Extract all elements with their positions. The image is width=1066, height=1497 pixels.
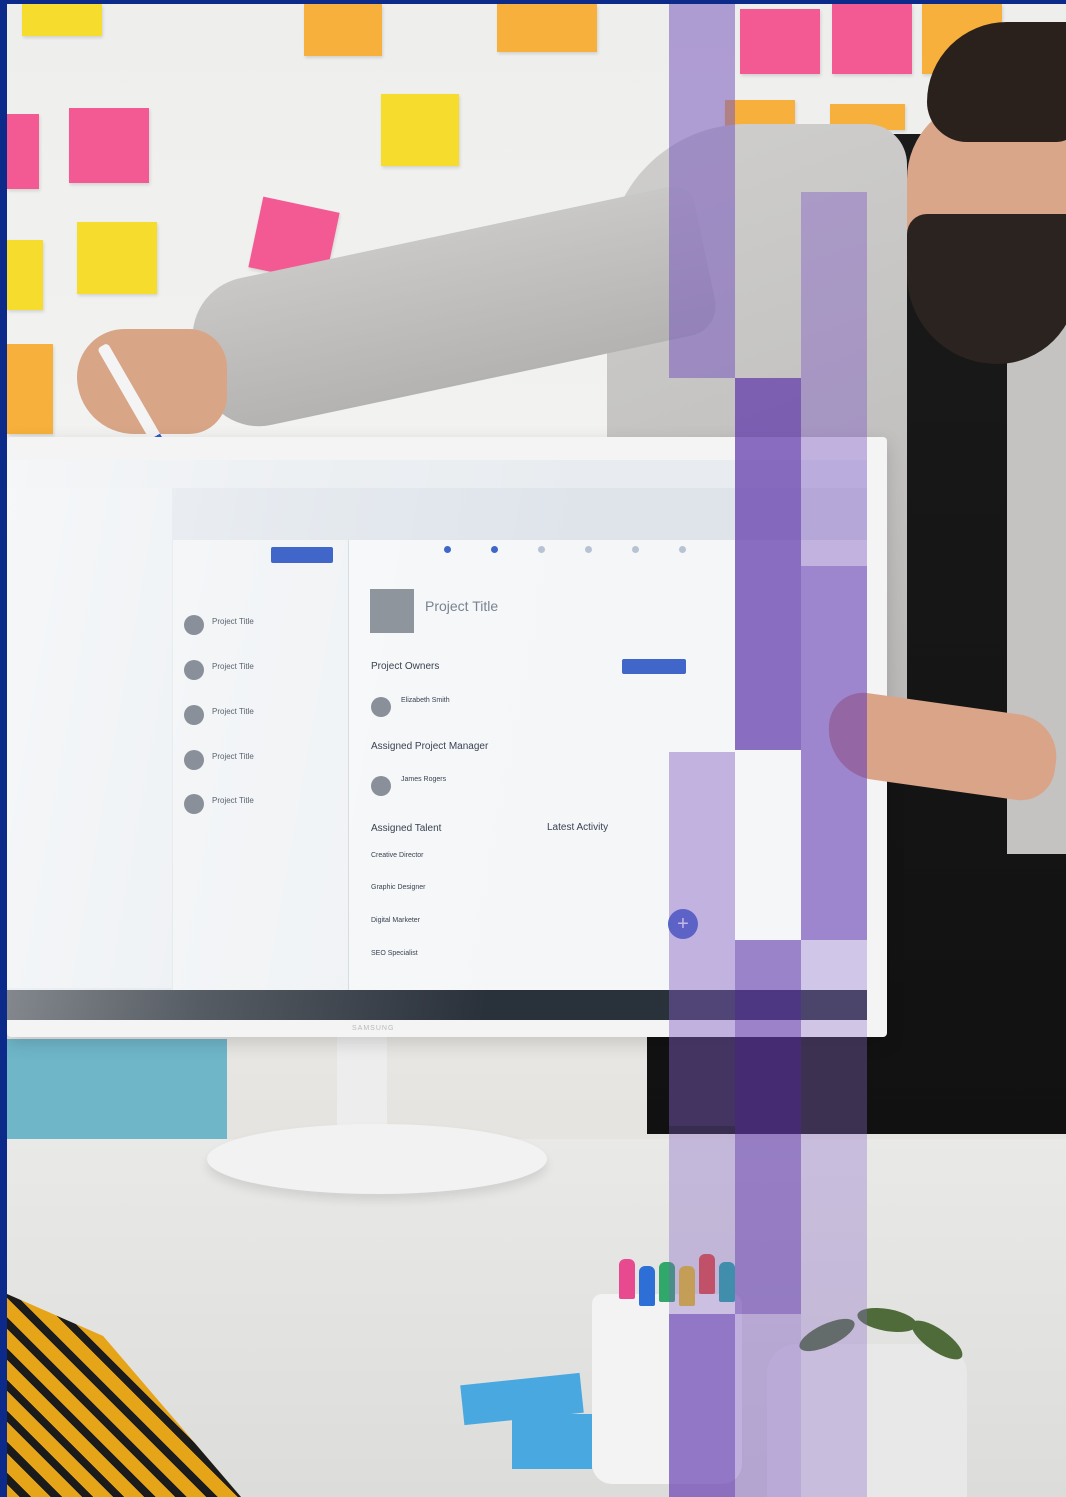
purple-overlay-bar xyxy=(669,4,735,378)
list-item[interactable]: Project Title xyxy=(182,611,342,641)
avatar xyxy=(184,615,204,635)
list-item[interactable]: Project Title xyxy=(182,701,342,731)
monitor-base xyxy=(207,1124,547,1194)
sticky-note xyxy=(832,4,912,74)
purple-overlay-bar xyxy=(801,940,867,1497)
sticky-note xyxy=(7,344,53,434)
purple-overlay-bar xyxy=(801,566,867,940)
talent-item: SEO Specialist xyxy=(371,950,418,957)
sticky-note xyxy=(77,222,157,294)
list-item-title: Project Title xyxy=(212,752,254,761)
purple-overlay-bar xyxy=(669,1314,735,1497)
project-title: Project Title xyxy=(425,598,499,614)
talent-item: Creative Director xyxy=(371,852,424,859)
talent-item: Graphic Designer xyxy=(371,884,426,891)
avatar xyxy=(184,660,204,680)
avatar xyxy=(184,750,204,770)
photo-scene: Project Title Project Title Project Titl… xyxy=(7,4,1066,1497)
pm-name: James Rogers xyxy=(401,776,447,783)
avatar xyxy=(371,697,391,717)
list-item[interactable]: Project Title xyxy=(182,746,342,776)
sticky-note xyxy=(497,4,597,52)
stepper-dot xyxy=(444,546,451,553)
talent-item: Digital Marketer xyxy=(371,917,421,924)
monitor-brand-logo: SAMSUNG xyxy=(352,1025,395,1032)
avatar xyxy=(184,794,204,814)
search-button[interactable] xyxy=(271,547,333,563)
list-item-title: Project Title xyxy=(212,796,254,805)
stepper-dot xyxy=(632,546,639,553)
stepper-dot xyxy=(491,546,498,553)
person-hand xyxy=(77,329,227,434)
list-item-title: Project Title xyxy=(212,662,254,671)
project-thumbnail xyxy=(370,589,414,633)
sticky-note xyxy=(22,4,102,36)
owner-name: Elizabeth Smith xyxy=(401,697,450,704)
stepper-dot xyxy=(679,546,686,553)
avatar xyxy=(184,705,204,725)
section-heading-owners: Project Owners xyxy=(371,661,440,672)
list-item[interactable]: Project Title xyxy=(182,656,342,686)
add-owner-button[interactable] xyxy=(622,659,686,674)
section-heading-pm: Assigned Project Manager xyxy=(371,741,489,752)
list-item-title: Project Title xyxy=(212,617,254,626)
list-item-title: Project Title xyxy=(212,707,254,716)
sticky-note-pad xyxy=(512,1414,592,1469)
sticky-note xyxy=(740,9,820,74)
section-heading-talent: Assigned Talent xyxy=(371,823,442,834)
sticky-note xyxy=(304,4,382,56)
purple-overlay-bar xyxy=(669,1126,735,1314)
purple-overlay-bar xyxy=(735,1314,801,1497)
purple-overlay-bar xyxy=(669,752,735,1126)
purple-overlay-bar xyxy=(801,192,867,566)
stepper-dot xyxy=(538,546,545,553)
sticky-note xyxy=(7,114,39,189)
avatar xyxy=(371,776,391,796)
sticky-note xyxy=(381,94,459,166)
sticky-note xyxy=(69,108,149,183)
marker xyxy=(639,1266,655,1306)
sticky-note xyxy=(7,240,43,310)
chair xyxy=(7,1039,227,1139)
purple-overlay-bar xyxy=(735,378,801,750)
marker xyxy=(619,1259,635,1299)
section-heading-activity: Latest Activity xyxy=(547,822,609,833)
purple-overlay-bar xyxy=(735,940,801,1314)
list-item[interactable]: Project Title xyxy=(182,790,342,820)
stepper-dot xyxy=(585,546,592,553)
